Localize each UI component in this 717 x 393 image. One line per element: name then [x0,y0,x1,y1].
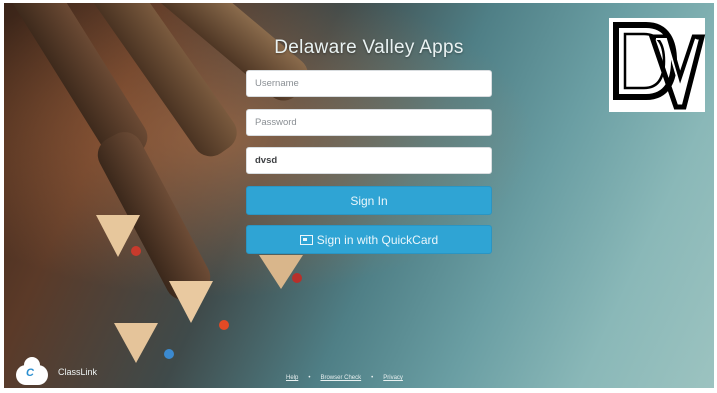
pencil-lead [219,320,229,330]
district-input[interactable] [246,147,492,174]
browser-check-link[interactable]: Browser Check [320,375,361,381]
background: Delaware Valley Apps Sign In Sign in wit… [4,3,714,388]
classlink-label: ClassLink [58,367,98,377]
privacy-link[interactable]: Privacy [383,375,403,381]
pencil-lead [131,246,141,256]
footer-separator: • [371,375,374,381]
quickcard-label: Sign in with QuickCard [316,233,439,247]
id-card-icon [299,235,313,245]
page-title: Delaware Valley Apps [274,37,464,58]
footer-separator: • [308,375,311,381]
cloud-icon: C [16,357,48,385]
footer-links: Help • Browser Check • Privacy [286,375,403,381]
sign-in-label: Sign In [350,194,388,208]
pencil-tip [169,281,213,323]
quickcard-sign-in-button[interactable]: Sign in with QuickCard [246,225,492,254]
pencil-tip [259,255,303,289]
password-input[interactable] [246,109,492,136]
pencil-tip [114,323,158,363]
username-input[interactable] [246,70,492,97]
pencil-lead [292,273,302,283]
help-link[interactable]: Help [286,375,298,381]
district-logo [609,18,706,112]
sign-in-button[interactable]: Sign In [246,186,492,215]
pencil-lead [164,349,174,359]
classlink-brand[interactable]: C ClassLink [16,357,98,385]
